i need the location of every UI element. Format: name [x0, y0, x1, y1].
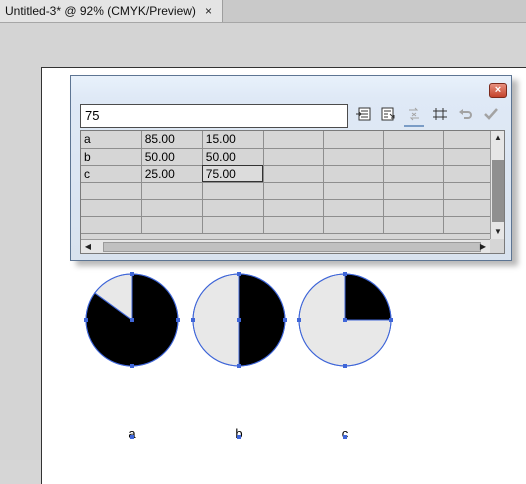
- label-anchor-c: [343, 435, 347, 439]
- pie-slice-c-1[interactable]: [344, 273, 392, 321]
- grid-cell[interactable]: [263, 182, 324, 200]
- revert-icon[interactable]: [456, 107, 476, 125]
- anchor-point[interactable]: [237, 318, 241, 322]
- anchor-point[interactable]: [130, 272, 134, 276]
- anchor-point[interactable]: [237, 272, 241, 276]
- anchor-point[interactable]: [389, 318, 393, 322]
- label-anchor-a: [130, 435, 134, 439]
- horizontal-scroll-thumb[interactable]: [103, 242, 481, 252]
- grid-cell[interactable]: [383, 148, 444, 166]
- scroll-left-icon[interactable]: ◀: [81, 240, 95, 253]
- grid-cell[interactable]: [383, 131, 444, 149]
- grid-cell[interactable]: [202, 199, 264, 217]
- anchor-point[interactable]: [84, 318, 88, 322]
- vertical-scroll-thumb[interactable]: [492, 160, 504, 222]
- apply-icon[interactable]: [481, 107, 501, 125]
- import-data-icon[interactable]: [354, 107, 374, 125]
- table-row: b 50.00 50.00: [81, 148, 504, 166]
- grid-cell[interactable]: [263, 148, 324, 166]
- data-table: a 85.00 15.00 b 50.00 50.00 c 25.00 75.00: [81, 131, 504, 234]
- anchor-point[interactable]: [191, 318, 195, 322]
- cell-style-icon[interactable]: [430, 107, 450, 125]
- grid-cell[interactable]: 85.00: [141, 131, 203, 149]
- anchor-point[interactable]: [283, 318, 287, 322]
- grid-cell[interactable]: b: [81, 148, 142, 166]
- grid-cell-selected[interactable]: 75.00: [202, 165, 264, 183]
- scroll-right-icon[interactable]: ▶: [476, 240, 490, 253]
- grid-cell[interactable]: [141, 199, 203, 217]
- grid-cell[interactable]: [323, 148, 384, 166]
- grid-cell[interactable]: [202, 216, 264, 234]
- table-row: [81, 216, 504, 234]
- grid-cell[interactable]: [81, 182, 142, 200]
- grid-cell[interactable]: [141, 216, 203, 234]
- scroll-down-icon[interactable]: ▼: [491, 225, 504, 239]
- graph-data-window[interactable]: × 75 a 85.00 15.00 b 50.00 50.00 c 25.00 75.00 ▲…: [70, 75, 512, 261]
- table-row: [81, 199, 504, 217]
- grid-cell[interactable]: [383, 165, 444, 183]
- grid-cell[interactable]: c: [81, 165, 142, 183]
- grid-cell[interactable]: [383, 199, 444, 217]
- switch-xy-icon[interactable]: [404, 107, 424, 127]
- anchor-point[interactable]: [343, 364, 347, 368]
- grid-cell[interactable]: [263, 216, 324, 234]
- label-anchor-b: [237, 435, 241, 439]
- pie-slice-b-1[interactable]: [238, 273, 286, 367]
- close-icon[interactable]: ×: [489, 83, 507, 98]
- grid-cell[interactable]: [263, 131, 324, 149]
- data-grid[interactable]: a 85.00 15.00 b 50.00 50.00 c 25.00 75.00 ▲ ▼ ◀ …: [80, 130, 505, 254]
- grid-cell[interactable]: 25.00: [141, 165, 203, 183]
- grid-cell[interactable]: 50.00: [202, 148, 264, 166]
- grid-cell[interactable]: [263, 165, 324, 183]
- grid-cell[interactable]: [81, 199, 142, 217]
- grid-cell[interactable]: [323, 165, 384, 183]
- vertical-scrollbar[interactable]: ▲ ▼: [490, 131, 504, 239]
- grid-cell[interactable]: [263, 199, 324, 217]
- grid-cell[interactable]: [202, 182, 264, 200]
- grid-cell[interactable]: [81, 216, 142, 234]
- grid-cell[interactable]: 15.00: [202, 131, 264, 149]
- anchor-point[interactable]: [343, 272, 347, 276]
- grid-cell[interactable]: 50.00: [141, 148, 203, 166]
- table-row: [81, 182, 504, 200]
- table-row: c 25.00 75.00: [81, 165, 504, 183]
- anchor-point[interactable]: [237, 364, 241, 368]
- grid-cell[interactable]: [141, 182, 203, 200]
- horizontal-scrollbar[interactable]: ◀ ▶: [81, 239, 490, 253]
- grid-cell[interactable]: a: [81, 131, 142, 149]
- grid-cell[interactable]: [323, 182, 384, 200]
- grid-cell[interactable]: [323, 199, 384, 217]
- grid-cell[interactable]: [383, 216, 444, 234]
- cell-entry-field[interactable]: 75: [80, 104, 348, 128]
- anchor-point[interactable]: [130, 318, 134, 322]
- grid-cell[interactable]: [323, 131, 384, 149]
- anchor-point[interactable]: [176, 318, 180, 322]
- anchor-point[interactable]: [343, 318, 347, 322]
- anchor-point[interactable]: [130, 364, 134, 368]
- anchor-point[interactable]: [297, 318, 301, 322]
- grid-cell[interactable]: [383, 182, 444, 200]
- transpose-icon[interactable]: [378, 107, 398, 125]
- grid-cell[interactable]: [323, 216, 384, 234]
- scroll-up-icon[interactable]: ▲: [491, 131, 504, 145]
- pie-slice-b-2[interactable]: [192, 273, 240, 367]
- table-row: a 85.00 15.00: [81, 131, 504, 149]
